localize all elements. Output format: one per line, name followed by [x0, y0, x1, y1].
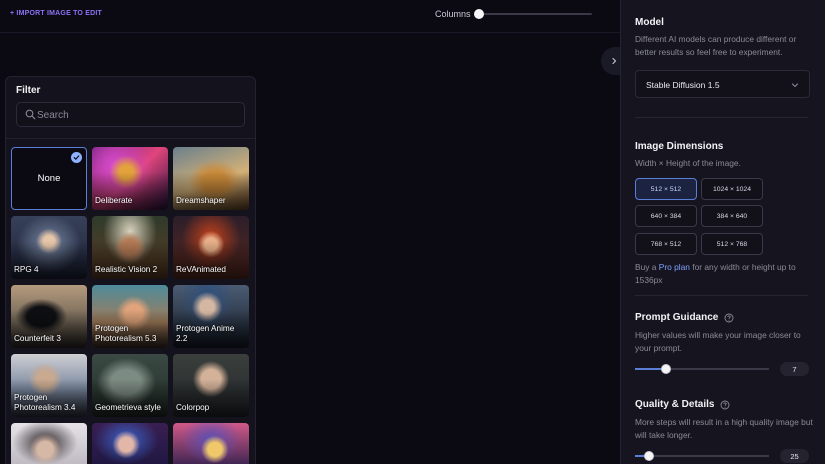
- style-tile-label: None: [37, 172, 61, 184]
- style-tile-revanimated[interactable]: ReVAnimated: [173, 216, 249, 279]
- dimension-option-384x640[interactable]: 384 × 640: [701, 205, 763, 227]
- quality-slider-thumb[interactable]: [644, 451, 654, 461]
- dimension-option-768x512[interactable]: 768 × 512: [635, 233, 697, 255]
- columns-slider-thumb[interactable]: [474, 9, 484, 19]
- style-tile-protogen-anime-2-2[interactable]: Protogen Anime 2.2: [173, 285, 249, 348]
- help-circle-icon[interactable]: [724, 313, 734, 323]
- model-select-value: Stable Diffusion 1.5: [646, 80, 720, 90]
- style-tile-label: Protogen Photorealism 3.4: [14, 393, 76, 412]
- style-tile[interactable]: [92, 423, 168, 464]
- dimension-option-1024x1024[interactable]: 1024 × 1024: [701, 178, 763, 200]
- filter-title: Filter: [16, 85, 41, 96]
- style-tile-protogen-photorealism-5-3[interactable]: Protogen Photorealism 5.3: [92, 285, 168, 348]
- quality-title: Quality & Details: [635, 399, 730, 410]
- search-box[interactable]: [16, 102, 245, 127]
- style-tile-label: ReVAnimated: [176, 265, 226, 274]
- style-tile-colorpop[interactable]: Colorpop: [173, 354, 249, 417]
- style-tile-label: Realistic Vision 2: [95, 265, 158, 274]
- style-tile-label: Colorpop: [176, 403, 210, 412]
- prompt-guidance-slider-track[interactable]: [635, 368, 769, 370]
- section-divider: [635, 117, 808, 118]
- columns-slider-track[interactable]: [478, 13, 592, 15]
- check-icon: [71, 152, 82, 163]
- dimension-option-512x768[interactable]: 512 × 768: [701, 233, 763, 255]
- search-icon: [25, 109, 36, 120]
- filter-panel: Filter None Deliberate Dreamshaper RPG 4: [5, 76, 256, 464]
- model-title: Model: [635, 17, 664, 28]
- quality-slider-track[interactable]: [635, 455, 769, 457]
- style-tile-deliberate[interactable]: Deliberate: [92, 147, 168, 210]
- style-tile-dreamshaper[interactable]: Dreamshaper: [173, 147, 249, 210]
- dimension-option-512x512[interactable]: 512 × 512: [635, 178, 697, 200]
- style-tile-protogen-photorealism-3-4[interactable]: Protogen Photorealism 3.4: [11, 354, 87, 417]
- style-tile-none[interactable]: None: [11, 147, 87, 210]
- pro-upsell-text: Buy a Pro plan for any width or height u…: [635, 262, 796, 285]
- model-style-grid: None Deliberate Dreamshaper RPG 4 Realis…: [11, 147, 251, 464]
- model-description: Different AI models can produce differen…: [635, 34, 797, 57]
- style-tile-label: Geometrieva style: [95, 403, 161, 412]
- prompt-guidance-slider-thumb[interactable]: [661, 364, 671, 374]
- quality-value[interactable]: 25: [780, 449, 809, 463]
- style-tile-geometrieva-style[interactable]: Geometrieva style: [92, 354, 168, 417]
- style-tile[interactable]: [173, 423, 249, 464]
- style-tile-realistic-vision-2[interactable]: Realistic Vision 2: [92, 216, 168, 279]
- chevron-down-icon: [791, 83, 799, 88]
- style-tile[interactable]: [11, 423, 87, 464]
- style-tile-label: Protogen Anime 2.2: [176, 324, 235, 343]
- prompt-guidance-title: Prompt Guidance: [635, 312, 734, 323]
- help-circle-icon[interactable]: [720, 400, 730, 410]
- dimensions-title: Image Dimensions: [635, 141, 724, 152]
- model-select[interactable]: Stable Diffusion 1.5: [635, 70, 810, 98]
- quality-description: More steps will result in a high quality…: [635, 417, 813, 440]
- search-input[interactable]: [37, 106, 237, 124]
- filter-divider: [6, 138, 255, 139]
- import-image-link[interactable]: + IMPORT IMAGE TO EDIT: [10, 10, 102, 17]
- chevron-right-icon: [612, 57, 617, 65]
- section-divider: [635, 295, 808, 296]
- style-tile-label: Dreamshaper: [176, 196, 226, 205]
- style-tile-label: Deliberate: [95, 196, 133, 205]
- top-bar: + IMPORT IMAGE TO EDIT Columns: [0, 0, 620, 33]
- prompt-guidance-value[interactable]: 7: [780, 362, 809, 376]
- columns-label: Columns: [435, 9, 471, 19]
- style-tile-label: Counterfeit 3: [14, 334, 61, 343]
- style-tile-label: RPG 4: [14, 265, 39, 274]
- style-tile-label: Protogen Photorealism 5.3: [95, 324, 157, 343]
- dimensions-description: Width × Height of the image.: [635, 158, 741, 168]
- settings-panel: Model Different AI models can produce di…: [620, 0, 825, 464]
- prompt-guidance-description: Higher values will make your image close…: [635, 330, 801, 353]
- dimension-option-640x384[interactable]: 640 × 384: [635, 205, 697, 227]
- style-tile-rpg-4[interactable]: RPG 4: [11, 216, 87, 279]
- style-tile-counterfeit-3[interactable]: Counterfeit 3: [11, 285, 87, 348]
- pro-plan-link[interactable]: Pro plan: [659, 262, 690, 272]
